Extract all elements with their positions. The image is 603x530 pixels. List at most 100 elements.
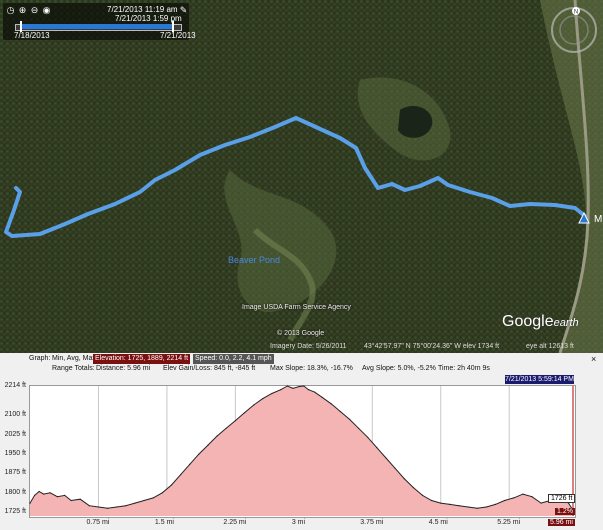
speed-stat[interactable]: Speed: 0.0, 2.2, 4.1 mph [193, 354, 274, 364]
elevation-point [43, 493, 45, 495]
elevation-point [29, 502, 31, 504]
elevation-point [243, 412, 246, 414]
elevation-point [125, 505, 127, 507]
elevation-point [298, 385, 300, 388]
elevation-point [314, 391, 316, 393]
elevation-point [376, 447, 378, 449]
y-tick-label: 1950 ft [4, 450, 26, 458]
avg-slope-stat: Avg Slope: 5.0%, -5.2% [362, 365, 436, 372]
elevation-point [116, 506, 118, 508]
zoom-in-icon[interactable]: ⊕ [18, 6, 27, 15]
x-tick-label: 0.75 mi [86, 519, 110, 526]
elevation-point [292, 387, 294, 389]
clock-icon[interactable]: ◷ [6, 6, 15, 15]
cursor-distance-label: 5.96 mi [548, 519, 575, 526]
elevation-profile-panel: Graph: Min, Avg, Max Elevation: 1725, 18… [0, 353, 603, 530]
range-totals-label: Range Totals: [52, 365, 95, 372]
elevation-point [540, 502, 542, 504]
elevation-point [367, 436, 369, 438]
elevation-point [449, 503, 451, 505]
elevation-chart[interactable]: 7/21/2013 5:59:14 PM 1726 ft 1.2% 5.96 m… [0, 375, 603, 530]
elevation-point [38, 490, 40, 493]
elevation-point [303, 385, 305, 387]
cursor-elevation-label: 1726 ft [548, 494, 576, 503]
x-tick-label: 2.25 mi [223, 519, 247, 526]
navigation-compass[interactable]: N [549, 5, 599, 55]
elevation-point [216, 435, 218, 437]
cursor-coordinates: 43°42'57.97" N 75°00'24.36" W elev 1734 … [364, 343, 500, 350]
y-tick-label: 2214 ft [4, 382, 26, 389]
x-tick-label: 3 mi [291, 519, 306, 526]
elevation-point [49, 492, 51, 494]
elevation-stat[interactable]: Elevation: 1725, 1889, 2214 ft [93, 354, 191, 364]
y-tick-label: 1875 ft [4, 469, 26, 477]
elevation-point [531, 496, 533, 498]
placemark-icon[interactable] [578, 212, 590, 224]
zoom-out-icon[interactable]: ⊖ [30, 6, 39, 15]
elevation-point [234, 420, 236, 422]
elevation-point [134, 502, 136, 504]
compass-north-icon: N [574, 10, 578, 16]
eye-altitude: eye alt 12613 ft [526, 343, 574, 350]
elevation-point [271, 392, 273, 395]
x-tick-label: 1.5 mi [154, 519, 174, 526]
x-tick-label: 4.5 mi [428, 519, 448, 526]
elevation-point [79, 498, 81, 500]
imagery-credit: Image USDA Farm Service Agency [242, 304, 351, 311]
elevation-point [421, 494, 424, 496]
imagery-date: Imagery Date: 5/26/2011 [270, 343, 347, 350]
graph-stats-row: Graph: Min, Avg, Max Elevation: 1725, 18… [0, 354, 603, 364]
max-slope-stat: Max Slope: 18.3%, -16.7% [270, 365, 353, 372]
elevation-point [485, 506, 487, 508]
x-tick-label: 3.75 mi [360, 519, 384, 526]
elevation-point [494, 503, 497, 505]
graph-label: Graph: [29, 355, 51, 362]
place-label-beaver-pond[interactable]: Beaver Pond [228, 255, 280, 265]
elevation-point [161, 492, 163, 494]
elevation-point [513, 497, 515, 499]
elevation-point [34, 494, 36, 496]
elevation-point [412, 487, 414, 489]
elevation-point [180, 474, 182, 476]
graph-mode[interactable]: Min, Avg, Max [52, 354, 96, 364]
close-icon[interactable]: × [591, 354, 599, 364]
y-tick-label: 2025 ft [4, 430, 26, 438]
elevation-area [30, 386, 574, 516]
elevation-point [348, 418, 351, 420]
elevation-point [385, 457, 387, 459]
elevation-point [170, 484, 173, 486]
elevation-point [440, 502, 442, 504]
elevation-point [403, 478, 405, 480]
elevation-point [207, 444, 209, 446]
elevation-point [321, 396, 323, 398]
elevation-point [64, 494, 66, 496]
placemark-label[interactable]: M [594, 214, 602, 225]
cursor-slope-label: 1.2% [555, 508, 575, 515]
time-slider[interactable]: ◷ ⊕ ⊖ ◉ ✎ 7/21/2013 11:19 am 7/21/2013 1… [3, 3, 196, 40]
elevation-point [394, 467, 396, 469]
y-tick-label: 1800 ft [4, 488, 26, 496]
y-tick-label: 2100 ft [4, 411, 26, 419]
elevation-point [262, 398, 264, 400]
time-slider-track[interactable] [15, 21, 182, 32]
elevation-point [307, 389, 309, 391]
elevation-point [97, 506, 100, 508]
distance-stat: Distance: 5.96 mi [96, 365, 151, 372]
time-stat: Time: 2h 40m 9s [438, 365, 490, 372]
time-start-label: 7/21/2013 11:19 am [107, 5, 178, 14]
gps-track[interactable] [0, 0, 603, 353]
view-icon[interactable]: ◉ [42, 6, 51, 15]
elev-gain-loss-stat: Elev Gain/Loss: 845 ft, -845 ft [163, 365, 256, 372]
elevation-point [431, 499, 433, 502]
time-slider-range[interactable] [22, 24, 172, 29]
elevation-point [504, 499, 506, 502]
copyright-text: © 2013 Google [277, 330, 325, 337]
elevation-chart-svg [29, 385, 575, 516]
elevation-point [286, 385, 288, 387]
elevation-point [476, 507, 478, 509]
elevation-point [253, 404, 255, 406]
map-view[interactable]: ◷ ⊕ ⊖ ◉ ✎ 7/21/2013 11:19 am 7/21/2013 1… [0, 0, 603, 353]
elevation-point [458, 505, 460, 507]
elevation-point [56, 496, 59, 498]
elevation-point [70, 499, 72, 502]
